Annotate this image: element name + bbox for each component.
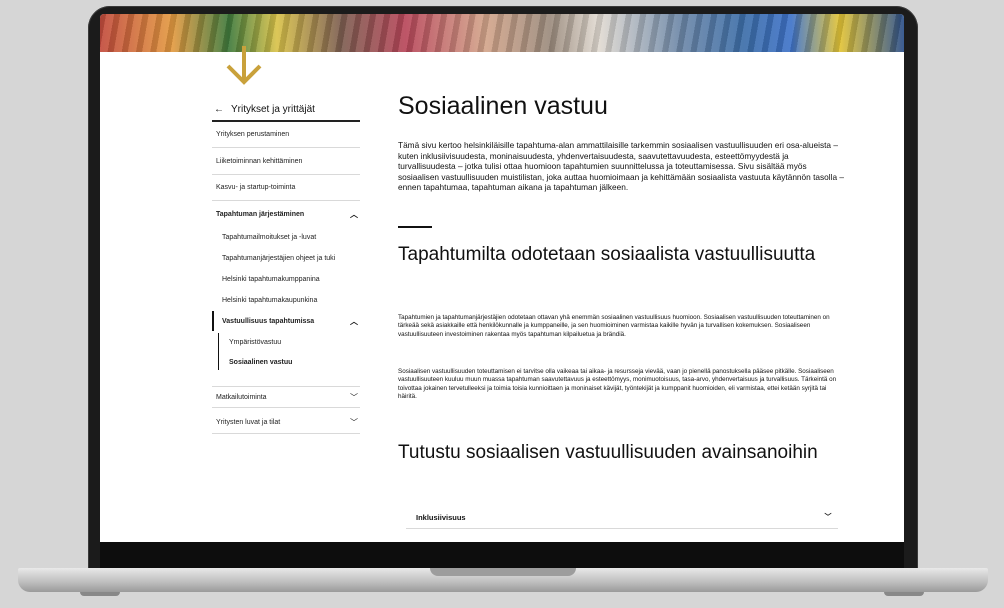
sidebar-item-label: Matkailutoiminta bbox=[216, 393, 267, 401]
page-title: Sosiaalinen vastuu bbox=[398, 92, 608, 120]
sidebar-item-label: Tapahtuman järjestäminen bbox=[216, 210, 305, 218]
sidebar-item-label: Yritysten luvat ja tilat bbox=[216, 419, 281, 426]
sidebar-item-yrityksen-perustaminen[interactable]: Yrityksen perustaminen bbox=[212, 122, 360, 148]
sidebar-item-label: Tapahtumailmoitukset ja -luvat bbox=[222, 233, 317, 241]
chevron-up-icon[interactable]: ︿ bbox=[348, 316, 360, 327]
laptop-bezel-bottom bbox=[100, 542, 904, 568]
sidebar-item-yritysten-luvat[interactable]: Yritysten luvat ja tilat ﹀ bbox=[212, 412, 360, 434]
laptop-foot bbox=[80, 592, 120, 596]
sidebar-subitem-tapahtumakumppanina[interactable]: Helsinki tapahtumakumppanina bbox=[212, 270, 360, 288]
sidebar-item-label: Helsinki tapahtumakaupunkina bbox=[222, 296, 318, 304]
arrow-down-icon bbox=[226, 46, 262, 85]
section-heading: Tutustu sosiaalisen vastuullisuuden avai… bbox=[398, 442, 818, 463]
chevron-down-icon: ﹀ bbox=[824, 514, 832, 521]
sidebar-item-label: Ympäristövastuu bbox=[229, 338, 282, 346]
hero-image bbox=[100, 14, 904, 52]
sidebar-item-liiketoiminnan-kehittaminen[interactable]: Liiketoiminnan kehittäminen bbox=[212, 148, 360, 175]
chevron-up-icon[interactable]: ︿ bbox=[348, 209, 360, 220]
lead-paragraph: Tämä sivu kertoo helsinkiläisille tapaht… bbox=[398, 140, 844, 193]
sidebar-subitem-tapahtumailmoitukset[interactable]: Tapahtumailmoitukset ja -luvat bbox=[212, 228, 360, 246]
accordion-inklusiivisuus[interactable]: Inklusiivisuus ﹀ bbox=[406, 506, 838, 529]
section-divider bbox=[398, 226, 432, 228]
back-link-label: Yritykset ja yrittäjät bbox=[231, 103, 315, 115]
laptop-foot bbox=[884, 592, 924, 596]
body-paragraph: Sosiaalisen vastuullisuuden toteuttamise… bbox=[398, 368, 837, 401]
sidebar-subitem-sosiaalinen-vastuu[interactable]: Sosiaalinen vastuu bbox=[212, 353, 360, 371]
body-paragraph: Tapahtumien ja tapahtumanjärjestäjien od… bbox=[398, 314, 830, 338]
sidebar-item-label: Tapahtumanjärjestäjien ohjeet ja tuki bbox=[222, 254, 336, 262]
section-heading: Tapahtumilta odotetaan sosiaalista vastu… bbox=[398, 244, 816, 265]
sidebar-item-label: Helsinki tapahtumakumppanina bbox=[222, 275, 320, 283]
accordion-label: Inklusiivisuus bbox=[416, 512, 466, 522]
sidebar-item-kasvu-startup[interactable]: Kasvu- ja startup-toiminta bbox=[212, 175, 360, 201]
laptop-notch bbox=[430, 568, 576, 576]
sidebar-item-label: Sosiaalinen vastuu bbox=[229, 358, 293, 366]
back-link[interactable]: ← Yritykset ja yrittäjät bbox=[214, 98, 360, 120]
arrow-left-icon: ← bbox=[214, 103, 224, 115]
sidebar-item-label: Liiketoiminnan kehittäminen bbox=[216, 157, 303, 165]
sidebar-item-label: Vastuullisuus tapahtumissa bbox=[222, 317, 315, 325]
browser-viewport: ← Yritykset ja yrittäjät Yrityksen perus… bbox=[100, 14, 904, 542]
sidebar-item-tapahtuman-jarjestaminen[interactable]: Tapahtuman järjestäminen ︿ bbox=[212, 203, 360, 225]
sidebar-subitem-tapahtumakaupunkina[interactable]: Helsinki tapahtumakaupunkina bbox=[212, 291, 360, 309]
sidebar-item-label: Kasvu- ja startup-toiminta bbox=[216, 184, 296, 191]
sidebar-subitem-ohjeet-ja-tuki[interactable]: Tapahtumanjärjestäjien ohjeet ja tuki bbox=[212, 249, 360, 267]
sidebar-subitem-vastuullisuus[interactable]: Vastuullisuus tapahtumissa ︿ bbox=[212, 311, 360, 331]
sidebar-subitem-ymparistovastuu[interactable]: Ympäristövastuu bbox=[212, 333, 360, 351]
sidebar-item-matkailutoiminta[interactable]: Matkailutoiminta ﹀ bbox=[212, 386, 360, 408]
chevron-down-icon[interactable]: ﹀ bbox=[348, 392, 360, 403]
chevron-down-icon[interactable]: ﹀ bbox=[348, 417, 360, 428]
sidebar-item-label: Yrityksen perustaminen bbox=[216, 131, 290, 138]
